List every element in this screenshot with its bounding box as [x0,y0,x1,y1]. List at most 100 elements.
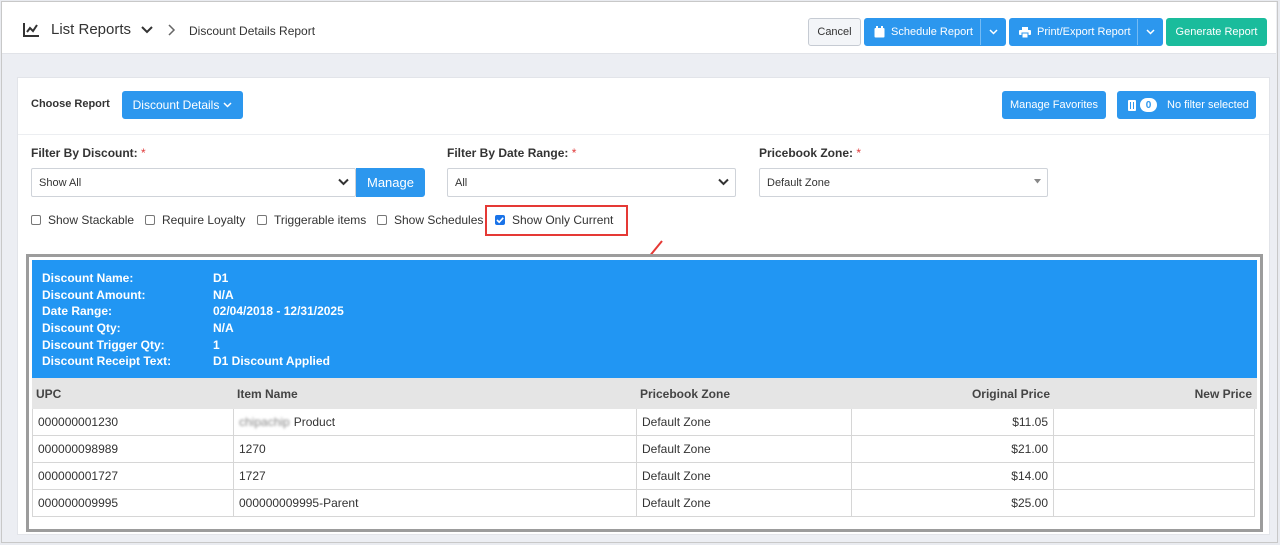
column-header-original-price: Original Price [971,387,1050,401]
pricebook-zone-select[interactable]: Default Zone [759,168,1048,197]
cell-item-name: 000000009995-Parent [234,490,637,516]
choose-report-label: Choose Report [31,98,110,110]
discount-filter-value: Show All [39,176,82,189]
date-range-value: All [455,176,468,189]
table-row: 000000001727 1727 Default Zone $14.00 [32,463,1255,490]
cell-item-name: 1727 [234,463,637,489]
summary-key: Discount Amount: [42,288,146,302]
chevron-down-icon [988,29,998,35]
cell-new-price [1054,463,1255,489]
filter-discount-label-text: Filter By Discount: [31,146,138,160]
require-loyalty-label: Require Loyalty [162,213,246,227]
manage-discounts-button[interactable]: Manage [356,168,425,197]
pricebook-zone-label: Pricebook Zone: * [759,146,861,160]
triggerable-items-label: Triggerable items [274,213,367,227]
print-export-label: Print/Export Report [1037,26,1131,38]
cell-upc: 000000001230 [33,409,234,435]
cell-new-price [1054,409,1255,435]
cell-upc: 000000098989 [33,436,234,462]
cell-new-price [1054,490,1255,516]
summary-value: N/A [213,288,234,302]
summary-value: 1 [213,338,220,352]
show-stackable-checkbox[interactable]: Show Stackable [31,213,134,227]
annotation-highlight-box [485,205,628,236]
date-range-select[interactable]: All [447,168,736,197]
discount-summary-panel: Discount Name: D1 Discount Amount: N/A D… [32,260,1257,378]
require-loyalty-checkbox[interactable]: Require Loyalty [145,213,245,227]
show-schedules-checkbox[interactable]: Show Schedules [377,213,483,227]
redacted-text: chipachip [239,415,290,429]
summary-value: D1 [213,271,229,285]
chevron-down-icon [338,178,349,186]
cell-pricebook-zone: Default Zone [637,490,852,516]
cell-original-price: $11.05 [852,409,1054,435]
breadcrumb-list-reports[interactable]: List Reports [51,21,131,38]
checkbox-box[interactable] [31,215,41,225]
checkbox-box[interactable] [145,215,155,225]
generate-report-button[interactable]: Generate Report [1166,18,1267,46]
breadcrumb-current: Discount Details Report [189,24,316,38]
summary-key: Discount Receipt Text: [42,354,172,368]
manage-favorites-button[interactable]: Manage Favorites [1002,91,1106,119]
filter-date-range-label-text: Filter By Date Range: [447,146,569,160]
line-chart-icon [23,23,39,37]
printer-icon [1019,26,1031,38]
summary-key: Discount Trigger Qty: [42,338,165,352]
table-row: 000000001230 chipachip Product Default Z… [32,409,1255,436]
pricebook-zone-value: Default Zone [767,176,830,189]
table-header: UPC Item Name Pricebook Zone Original Pr… [32,378,1257,409]
show-stackable-label: Show Stackable [48,213,135,227]
summary-value: D1 Discount Applied [213,354,330,368]
calendar-icon [874,26,885,38]
schedule-report-button[interactable]: Schedule Report [864,18,1006,46]
cell-item-name: chipachip Product [234,409,637,435]
required-marker: * [141,146,146,160]
column-header-upc: UPC [36,387,62,401]
filter-summary-label: No filter selected [1167,99,1249,111]
cell-upc: 000000009995 [33,490,234,516]
discount-filter-select[interactable]: Show All [31,168,356,197]
top-bar: List Reports Discount Details Report Can… [2,2,1276,54]
cancel-button[interactable]: Cancel [808,18,861,46]
schedule-report-label: Schedule Report [891,26,973,38]
table-row: 000000009995 000000009995-Parent Default… [32,490,1255,517]
report-type-value: Discount Details [132,98,220,112]
cell-pricebook-zone: Default Zone [637,463,852,489]
pricebook-zone-label-text: Pricebook Zone: [759,146,854,160]
chevron-down-icon [223,102,232,108]
cell-original-price: $14.00 [852,463,1054,489]
caret-down-icon [1034,179,1041,184]
divider [18,134,1269,135]
required-marker: * [571,146,577,160]
cell-upc: 000000001727 [33,463,234,489]
filter-discount-label: Filter By Discount: * [31,146,146,160]
cell-pricebook-zone: Default Zone [637,436,852,462]
item-name-text: Product [293,415,336,429]
column-header-pricebook-zone: Pricebook Zone [640,387,731,401]
checkbox-box[interactable] [257,215,267,225]
cell-item-name: 1270 [234,436,637,462]
summary-value: N/A [213,321,234,335]
report-type-dropdown[interactable]: Discount Details [122,91,243,119]
chevron-down-icon [1145,29,1155,35]
summary-key: Discount Qty: [42,321,121,335]
chevron-down-icon[interactable] [140,24,154,36]
report-output: Discount Name: D1 Discount Amount: N/A D… [26,254,1263,532]
print-export-report-button[interactable]: Print/Export Report [1009,18,1163,46]
summary-key: Discount Name: [42,271,134,285]
cell-original-price: $25.00 [852,490,1054,516]
triggerable-items-checkbox[interactable]: Triggerable items [257,213,366,227]
chevron-down-icon [718,178,729,186]
column-header-new-price: New Price [1194,387,1252,401]
checkbox-box[interactable] [377,215,387,225]
schedule-report-dropdown[interactable] [980,19,1005,45]
chevron-right-icon [168,24,176,36]
print-export-dropdown[interactable] [1137,19,1162,45]
filter-summary-button[interactable]: 0 No filter selected [1117,91,1256,119]
filter-icon [1128,99,1136,111]
show-schedules-label: Show Schedules [394,213,484,227]
cell-new-price [1054,436,1255,462]
column-header-item-name: Item Name [237,387,298,401]
filter-date-range-label: Filter By Date Range: * [447,146,576,160]
filter-count-badge: 0 [1140,98,1157,112]
